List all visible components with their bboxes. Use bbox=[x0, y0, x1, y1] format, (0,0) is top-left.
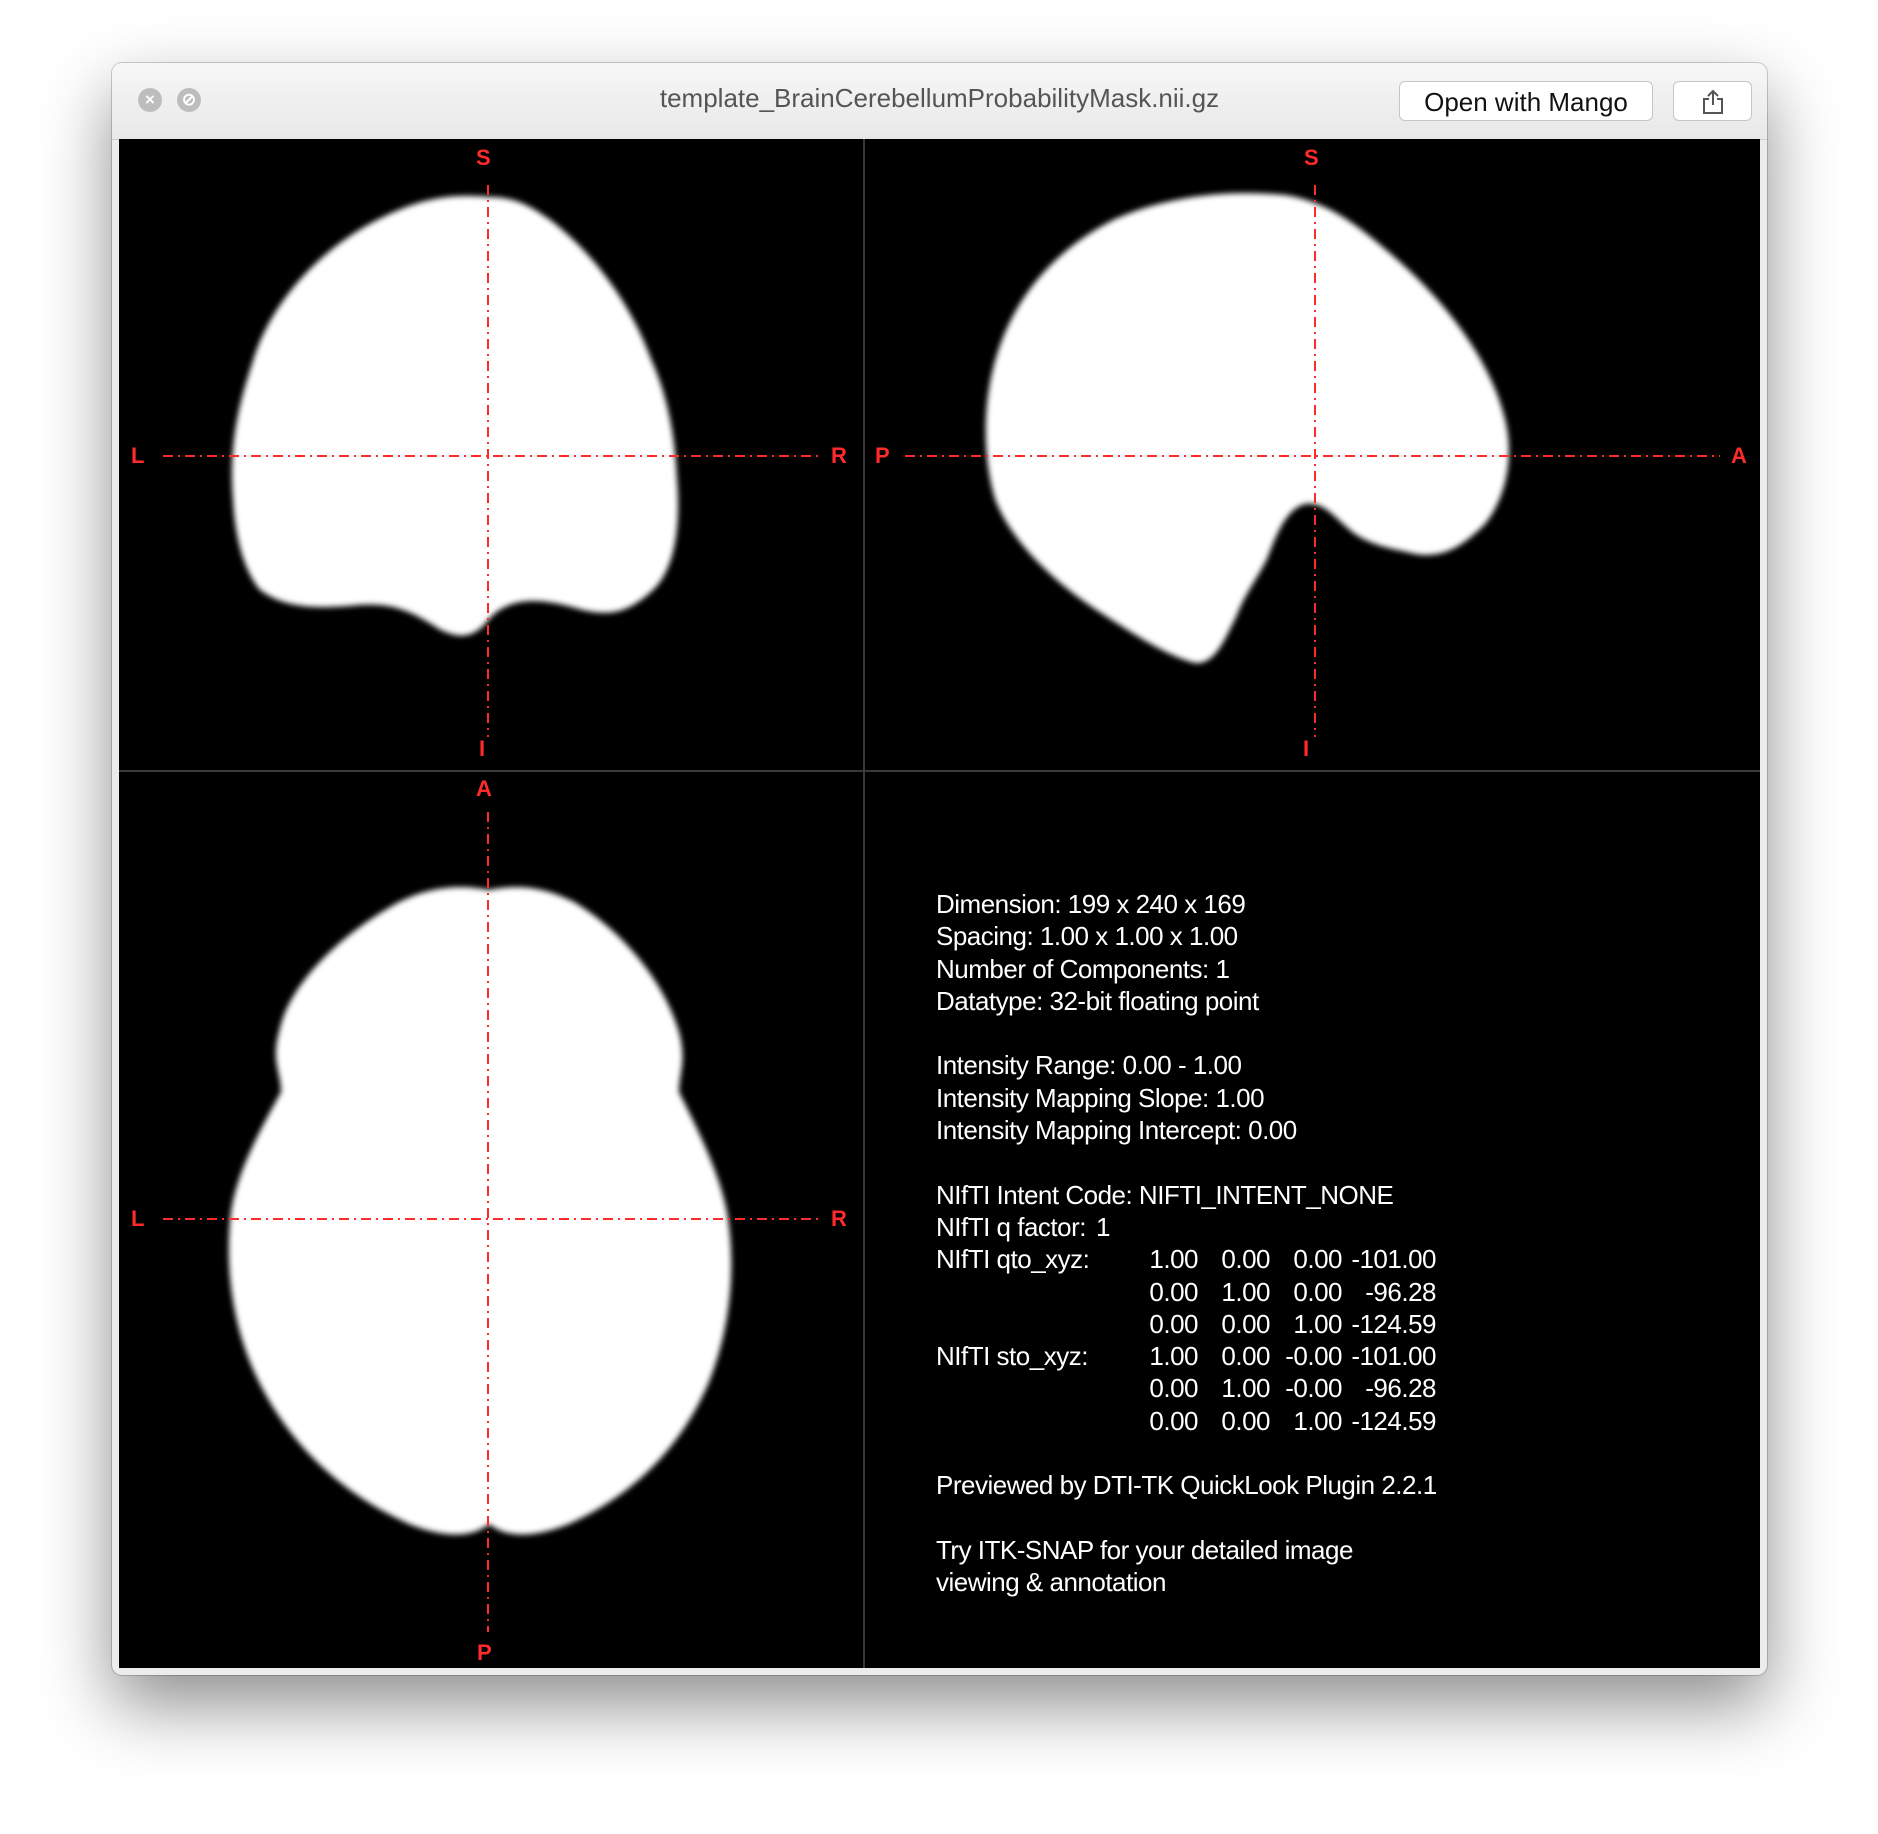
share-icon bbox=[1703, 89, 1723, 114]
sto-cell: 0.00 bbox=[1149, 1373, 1198, 1404]
sto-row: NIfTI sto_xyz: 1.00 0.00 -0.00 -101.00 bbox=[936, 1340, 1437, 1372]
qto-cell: 1.00 bbox=[1293, 1308, 1342, 1339]
sto-cell: -96.28 bbox=[1365, 1373, 1436, 1404]
info-spacing: Spacing: 1.00 x 1.00 x 1.00 bbox=[936, 921, 1238, 952]
axial-crosshair bbox=[163, 812, 819, 1632]
info-datatype: Datatype: 32-bit floating point bbox=[936, 985, 1259, 1016]
info-mapping-slope: Intensity Mapping Slope: 1.00 bbox=[936, 1082, 1265, 1113]
qto-cell: -96.28 bbox=[1365, 1276, 1436, 1307]
sto-row: 0.00 0.00 1.00 -124.59 bbox=[936, 1405, 1437, 1437]
qto-row: 0.00 0.00 1.00 -124.59 bbox=[936, 1308, 1437, 1340]
axial-label-left: L bbox=[131, 1206, 145, 1231]
qto-cell: 1.00 bbox=[1149, 1244, 1198, 1275]
qto-cell: 0.00 bbox=[1149, 1276, 1198, 1307]
sto-cell: 1.00 bbox=[1149, 1341, 1198, 1372]
sto-cell: -101.00 bbox=[1351, 1341, 1436, 1372]
info-try-line2: viewing & annotation bbox=[936, 1567, 1166, 1598]
sagittal-view[interactable]: S I P A bbox=[865, 139, 1760, 770]
sto-cell: 0.00 bbox=[1149, 1405, 1198, 1436]
qto-cell: 0.00 bbox=[1221, 1244, 1270, 1275]
info-previewed-by: Previewed by DTI-TK QuickLook Plugin 2.2… bbox=[936, 1470, 1437, 1501]
qto-cell: -124.59 bbox=[1351, 1308, 1436, 1339]
axial-label-right: R bbox=[831, 1206, 847, 1231]
qto-cell: 0.00 bbox=[1149, 1308, 1198, 1339]
coronal-view[interactable]: S I L R bbox=[119, 139, 863, 770]
coronal-label-bottom: I bbox=[479, 736, 486, 761]
image-info-panel: Dimension: 199 x 240 x 169 Spacing: 1.00… bbox=[936, 888, 1437, 1599]
qto-cell: 0.00 bbox=[1221, 1308, 1270, 1339]
coronal-label-right: R bbox=[831, 443, 847, 468]
vertical-divider bbox=[863, 139, 865, 1668]
sagittal-label-top: S bbox=[1304, 145, 1319, 170]
sagittal-crosshair bbox=[905, 185, 1720, 737]
info-sto-label: NIfTI sto_xyz: bbox=[936, 1341, 1088, 1372]
info-intent-code: NIfTI Intent Code: NIFTI_INTENT_NONE bbox=[936, 1179, 1394, 1210]
info-intensity-range: Intensity Range: 0.00 - 1.00 bbox=[936, 1050, 1242, 1081]
sto-cell: 1.00 bbox=[1293, 1405, 1342, 1436]
coronal-label-top: S bbox=[476, 145, 491, 170]
sto-cell: 0.00 bbox=[1221, 1341, 1270, 1372]
sagittal-label-bottom: I bbox=[1303, 736, 1310, 761]
info-q-factor-value: 1 bbox=[1096, 1211, 1110, 1242]
qto-cell: 0.00 bbox=[1293, 1244, 1342, 1275]
image-viewer: S I L R S I P A A P L R Dimension: 199 x… bbox=[119, 139, 1760, 1668]
qto-cell: 0.00 bbox=[1293, 1276, 1342, 1307]
title-bar: × ⊘ template_BrainCerebellumProbabilityM… bbox=[112, 63, 1767, 140]
sto-cell: 0.00 bbox=[1221, 1405, 1270, 1436]
coronal-label-left: L bbox=[131, 443, 145, 468]
open-with-mango-button[interactable]: Open with Mango bbox=[1399, 81, 1653, 121]
info-try-line1: Try ITK-SNAP for your detailed image bbox=[936, 1534, 1353, 1565]
sto-cell: -0.00 bbox=[1285, 1341, 1342, 1372]
sto-cell: -124.59 bbox=[1351, 1405, 1436, 1436]
qto-cell: -101.00 bbox=[1351, 1244, 1436, 1275]
quicklook-window: × ⊘ template_BrainCerebellumProbabilityM… bbox=[112, 63, 1767, 1675]
sto-cell: 1.00 bbox=[1221, 1373, 1270, 1404]
axial-label-bottom: P bbox=[477, 1640, 492, 1665]
axial-view[interactable]: A P L R bbox=[119, 772, 863, 1668]
sagittal-label-left: P bbox=[875, 443, 890, 468]
sto-cell: -0.00 bbox=[1285, 1373, 1342, 1404]
share-button[interactable] bbox=[1673, 81, 1752, 121]
qto-cell: 1.00 bbox=[1221, 1276, 1270, 1307]
coronal-crosshair bbox=[163, 185, 819, 737]
info-dimension: Dimension: 199 x 240 x 169 bbox=[936, 889, 1246, 919]
sto-row: 0.00 1.00 -0.00 -96.28 bbox=[936, 1372, 1437, 1404]
qto-row: NIfTI qto_xyz: 1.00 0.00 0.00 -101.00 bbox=[936, 1243, 1437, 1275]
axial-label-top: A bbox=[476, 776, 492, 801]
info-qto-label: NIfTI qto_xyz: bbox=[936, 1244, 1090, 1275]
info-mapping-intercept: Intensity Mapping Intercept: 0.00 bbox=[936, 1115, 1297, 1146]
info-components: Number of Components: 1 bbox=[936, 953, 1230, 984]
sagittal-label-right: A bbox=[1731, 443, 1747, 468]
horizontal-divider bbox=[119, 770, 1760, 772]
qto-row: 0.00 1.00 0.00 -96.28 bbox=[936, 1276, 1437, 1308]
